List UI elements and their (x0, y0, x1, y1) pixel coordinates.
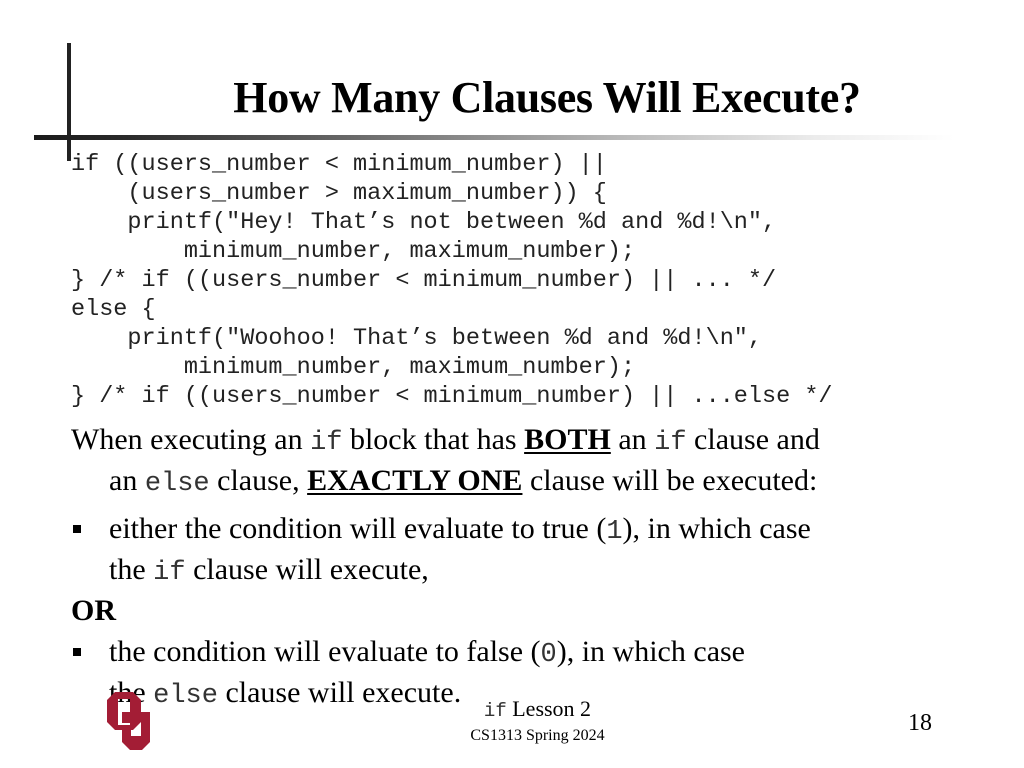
title-horizontal-rule (34, 135, 954, 140)
text-span: Lesson 2 (506, 696, 592, 721)
intro-continuation: an else clause, EXACTLY ONE clause will … (71, 462, 1011, 503)
text-span: either the condition will evaluate to tr… (109, 512, 607, 545)
emphasis-both: BOTH (524, 423, 611, 456)
code-line: (users_number > maximum_number)) { (71, 180, 607, 207)
intro-paragraph: When executing an if block that has BOTH… (71, 421, 1011, 503)
code-line: printf("Hey! That’s not between %d and %… (71, 209, 777, 236)
text-span: When executing an (71, 423, 311, 456)
text-span: the condition will evaluate to false ( (109, 635, 541, 668)
text-span: block that has (342, 423, 525, 456)
code-line: if ((users_number < minimum_number) || (71, 151, 607, 178)
code-block: if ((users_number < minimum_number) || (… (71, 150, 833, 411)
course-label: CS1313 Spring 2024 (470, 727, 605, 744)
slide-title: How Many Clauses Will Execute? (233, 73, 861, 122)
text-span: an (610, 423, 655, 456)
emphasis-exactly-one: EXACTLY ONE (307, 464, 523, 497)
text-span: clause will be executed: (522, 464, 818, 497)
or-label: OR (71, 594, 116, 627)
text-span: an (109, 464, 145, 497)
inline-code: if (483, 700, 507, 722)
inline-code: else (144, 469, 210, 499)
code-line: else { (71, 296, 156, 323)
square-bullet-icon (73, 648, 81, 656)
inline-code: if (310, 428, 343, 458)
inline-code: 1 (606, 517, 623, 547)
code-line: printf("Woohoo! That’s between %d and %d… (71, 325, 763, 352)
inline-code: if (153, 558, 186, 588)
code-line: } /* if ((users_number < minimum_number)… (71, 383, 833, 410)
text-span: ), in which case (556, 635, 745, 668)
text-span: the (109, 553, 154, 586)
inline-code: if (654, 428, 687, 458)
code-line: minimum_number, maximum_number); (71, 354, 636, 381)
code-line: } /* if ((users_number < minimum_number)… (71, 267, 777, 294)
text-span: clause will execute, (185, 553, 429, 586)
explanation-text: When executing an if block that has BOTH… (71, 421, 1011, 715)
text-span: ), in which case (622, 512, 811, 545)
square-bullet-icon (73, 525, 81, 533)
bullet-item-true: either the condition will evaluate to tr… (71, 510, 1011, 592)
page-number: 18 (908, 710, 932, 736)
lesson-title: if Lesson 2 (0, 696, 1024, 724)
code-line: minimum_number, maximum_number); (71, 238, 636, 265)
inline-code: 0 (540, 640, 557, 670)
text-span: clause and (686, 423, 820, 456)
slide-footer: if Lesson 2 CS1313 Spring 2024 (0, 696, 1024, 748)
text-span: clause, (209, 464, 308, 497)
